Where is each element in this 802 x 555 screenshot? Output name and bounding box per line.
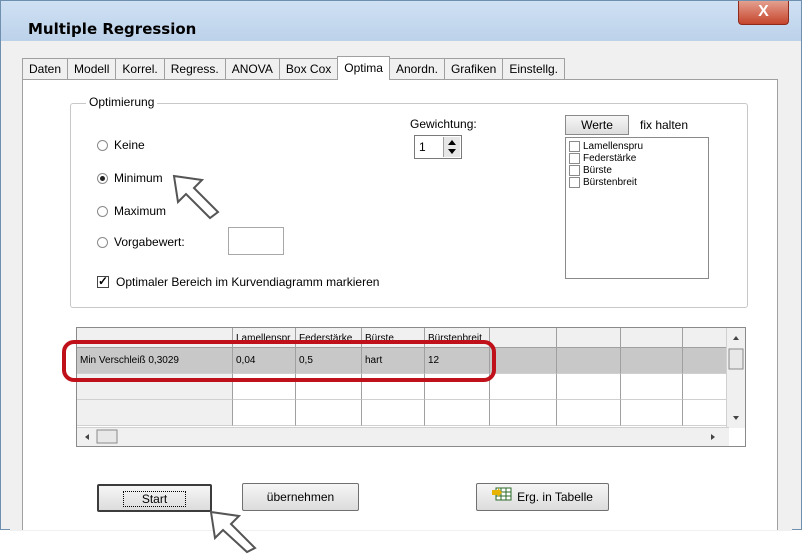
tab-anova[interactable]: ANOVA (224, 58, 280, 79)
fix-halten-label: fix halten (640, 118, 689, 132)
fix-halten-listbox[interactable]: Lamellenspru Federstärke Bürste Bürstenb… (565, 137, 709, 279)
horizontal-scrollbar-graphic (85, 429, 715, 444)
horizontal-scroll-thumb (96, 429, 118, 444)
vorgabewert-input[interactable] (228, 227, 284, 255)
start-button[interactable]: Start (97, 484, 212, 512)
scroll-left-icon (85, 434, 89, 440)
start-button-label: Start (122, 491, 187, 507)
tab-korrel[interactable]: Korrel. (115, 58, 165, 79)
tab-boxcox[interactable]: Box Cox (278, 58, 339, 79)
radio-vorgabewert-label: Vorgabewert: (114, 235, 185, 249)
horizontal-scrollbar[interactable] (77, 427, 729, 446)
grid-cell[interactable] (683, 374, 729, 400)
gewichtung-value: 1 (419, 140, 426, 154)
scroll-down-icon (733, 416, 739, 420)
tab-modell[interactable]: Modell (67, 58, 117, 79)
spin-up-icon[interactable] (448, 140, 456, 145)
radio-vorgabewert[interactable]: Vorgabewert: (97, 235, 185, 249)
tab-einstellg[interactable]: Einstellg. (502, 58, 566, 79)
grid-cell[interactable] (296, 400, 362, 426)
tab-regress[interactable]: Regress. (163, 58, 226, 79)
grid-cell[interactable] (621, 374, 683, 400)
column-header[interactable] (621, 328, 683, 348)
optimierung-group-label: Optimierung (86, 95, 158, 109)
list-item-label: Federstärke (583, 153, 637, 164)
column-header[interactable] (490, 328, 557, 348)
list-item-label: Bürste (583, 165, 612, 176)
uebernehmen-button[interactable]: übernehmen (242, 483, 359, 511)
radio-indicator (97, 236, 108, 248)
window-title: Multiple Regression (28, 20, 197, 38)
grid-cell[interactable] (683, 348, 729, 374)
radio-minimum-label: Minimum (114, 171, 163, 185)
table-icon-arrow-body (492, 489, 500, 495)
checkbox[interactable] (569, 153, 580, 164)
grid-row-label[interactable] (77, 400, 233, 426)
list-item-label: Lamellenspru (583, 141, 644, 152)
scroll-up-icon (733, 336, 739, 340)
table-icon (492, 485, 512, 511)
grid-cell[interactable] (490, 400, 557, 426)
werte-button[interactable]: Werte (565, 115, 629, 135)
vertical-scrollbar-graphic (728, 336, 744, 420)
list-item[interactable]: Bürstenbreit (569, 177, 637, 188)
grid-cell[interactable] (621, 348, 683, 374)
pointer-arrow-icon (209, 510, 257, 554)
markieren-checkbox-row[interactable]: Optimaler Bereich im Kurvendiagramm mark… (97, 274, 380, 289)
list-item[interactable]: Lamellenspru (569, 141, 643, 152)
radio-keine[interactable]: Keine (97, 138, 145, 152)
radio-indicator (97, 205, 108, 217)
vertical-scrollbar[interactable] (726, 328, 745, 428)
grid-cell[interactable] (490, 348, 557, 374)
title-bar[interactable]: Multiple Regression X (1, 1, 801, 41)
grid-cell[interactable] (557, 348, 621, 374)
close-button[interactable]: X (738, 1, 789, 25)
erg-in-tabelle-button[interactable]: Erg. in Tabelle (476, 483, 609, 511)
table-icon-graphic (492, 487, 512, 501)
tab-daten[interactable]: Daten (22, 58, 69, 79)
gewichtung-label: Gewichtung: (410, 117, 477, 131)
grid-cell[interactable] (683, 400, 729, 426)
checkbox[interactable] (569, 141, 580, 152)
tab-optima[interactable]: Optima (337, 56, 390, 80)
tab-anordn[interactable]: Anordn. (388, 58, 445, 79)
vertical-scroll-thumb (728, 348, 744, 370)
pointer-arrow-icon (172, 174, 220, 220)
grid-cell[interactable] (233, 400, 296, 426)
grid-cell[interactable] (557, 374, 621, 400)
grid-cell[interactable] (621, 400, 683, 426)
list-item[interactable]: Bürste (569, 165, 612, 176)
pointer-arrow-shape (172, 174, 220, 220)
radio-maximum-label: Maximum (114, 204, 167, 218)
list-item[interactable]: Federstärke (569, 153, 636, 164)
scroll-right-icon (711, 434, 715, 440)
gewichtung-spinner[interactable]: 1 (414, 135, 462, 159)
spin-down-icon[interactable] (448, 149, 456, 154)
tab-strip: Daten Modell Korrel. Regress. ANOVA Box … (22, 56, 566, 80)
markieren-checkbox[interactable] (97, 274, 109, 288)
radio-indicator-checked (97, 172, 108, 184)
result-row-highlight (62, 340, 496, 382)
grid-cell[interactable] (425, 400, 490, 426)
grid-cell[interactable] (557, 400, 621, 426)
markieren-label: Optimaler Bereich im Kurvendiagramm mark… (116, 275, 380, 289)
radio-indicator (97, 139, 108, 151)
radio-maximum[interactable]: Maximum (97, 204, 166, 218)
checkbox[interactable] (569, 177, 580, 188)
column-header[interactable] (557, 328, 621, 348)
radio-keine-label: Keine (114, 138, 145, 152)
pointer-arrow-shape (209, 510, 257, 554)
checkbox[interactable] (569, 165, 580, 176)
grid-cell[interactable] (490, 374, 557, 400)
grid-cell[interactable] (362, 400, 425, 426)
list-item-label: Bürstenbreit (583, 177, 637, 188)
spinner-buttons[interactable] (443, 137, 460, 157)
tab-grafiken[interactable]: Grafiken (443, 58, 504, 79)
radio-minimum[interactable]: Minimum (97, 171, 163, 185)
erg-in-tabelle-label: Erg. in Tabelle (517, 490, 593, 504)
column-header[interactable] (683, 328, 729, 348)
